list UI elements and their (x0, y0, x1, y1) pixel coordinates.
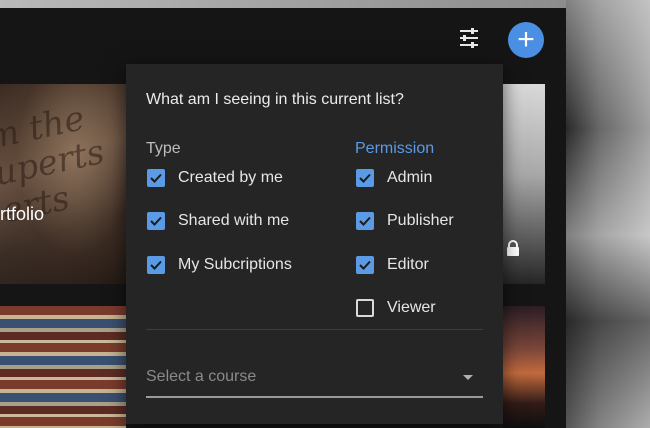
checkbox-publisher[interactable]: Publisher (356, 210, 454, 232)
filter-popup: What am I seeing in this current list? T… (126, 64, 503, 424)
background-strip-top (0, 0, 566, 8)
checkbox-label: Shared with me (178, 212, 290, 229)
add-button[interactable]: + (508, 22, 544, 58)
check-icon (359, 173, 371, 183)
checkbox-checked[interactable] (356, 169, 374, 187)
checkbox-label: My Subcriptions (178, 256, 292, 273)
checkbox-checked[interactable] (147, 212, 165, 230)
plus-icon: + (517, 23, 535, 56)
check-icon (150, 173, 162, 183)
checkbox-checked[interactable] (356, 212, 374, 230)
type-section-label: Type (146, 140, 181, 157)
check-icon (359, 216, 371, 226)
content-card[interactable]: m the uperts erts rtfolio (0, 84, 126, 284)
popup-title: What am I seeing in this current list? (146, 91, 404, 108)
content-card[interactable] (0, 306, 126, 428)
course-select[interactable]: Select a course (146, 362, 483, 398)
checkbox-admin[interactable]: Admin (356, 167, 432, 189)
lock-icon (507, 240, 519, 256)
check-icon (150, 216, 162, 226)
checkbox-label: Created by me (178, 169, 283, 186)
checkbox-checked[interactable] (147, 256, 165, 274)
checkbox-viewer[interactable]: Viewer (356, 297, 436, 319)
checkbox-editor[interactable]: Editor (356, 254, 429, 276)
checkbox-label: Viewer (387, 299, 436, 316)
checkbox-checked[interactable] (356, 256, 374, 274)
checkbox-label: Editor (387, 256, 429, 273)
card-title: rtfolio (0, 204, 45, 224)
permission-section-label: Permission (355, 140, 435, 157)
checkbox-checked[interactable] (147, 169, 165, 187)
checkbox-created-by-me[interactable]: Created by me (147, 167, 283, 189)
checkbox-unchecked[interactable] (356, 299, 374, 317)
divider (146, 329, 483, 330)
course-select-placeholder: Select a course (146, 368, 257, 385)
background-right (566, 0, 650, 428)
checkbox-label: Admin (387, 169, 433, 186)
tune-sliders-icon[interactable] (457, 26, 481, 50)
check-icon (150, 260, 162, 270)
caret-down-icon[interactable] (463, 375, 473, 380)
content-card[interactable] (503, 306, 545, 428)
checkbox-my-subscriptions[interactable]: My Subcriptions (147, 254, 292, 276)
check-icon (359, 260, 371, 270)
checkbox-shared-with-me[interactable]: Shared with me (147, 210, 289, 232)
checkbox-label: Publisher (387, 212, 454, 229)
